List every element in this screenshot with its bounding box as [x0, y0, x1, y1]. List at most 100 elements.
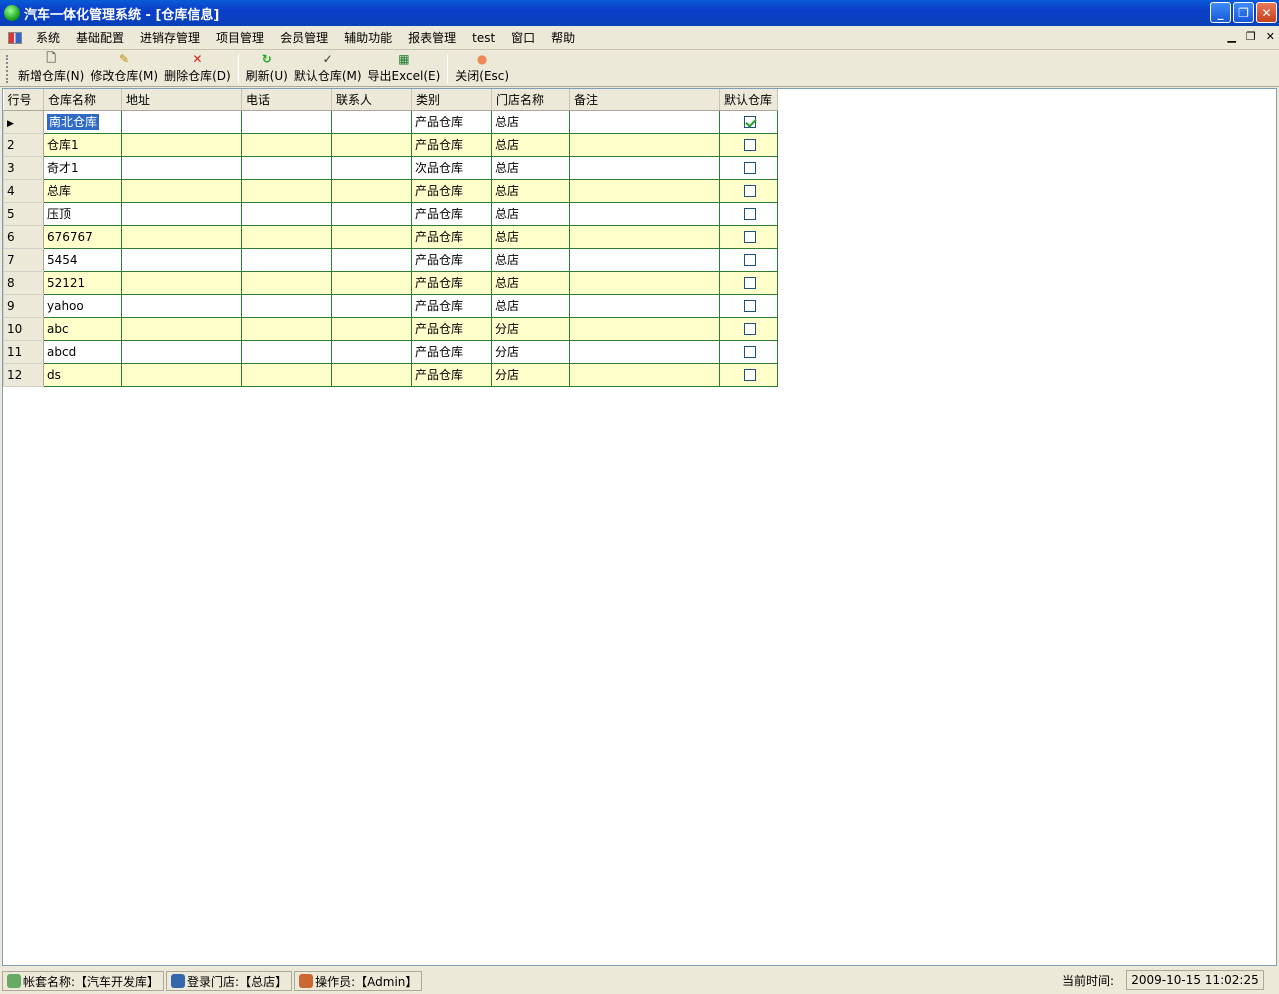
- cell-store[interactable]: 总店: [491, 270, 570, 295]
- toolbar-button-4[interactable]: ✓ 默认仓库(M): [291, 52, 365, 86]
- toolbar-button-2[interactable]: ✕ 删除仓库(D): [161, 52, 234, 86]
- cell-contact[interactable]: [331, 224, 412, 249]
- table-row[interactable]: 6 676767 产品仓库 总店: [3, 224, 778, 249]
- cell-addr[interactable]: [121, 270, 242, 295]
- cell-note[interactable]: [569, 224, 720, 249]
- cell-type[interactable]: 产品仓库: [411, 339, 492, 364]
- menu-item-5[interactable]: 辅助功能: [336, 28, 400, 48]
- cell-name[interactable]: abc: [43, 316, 122, 341]
- minimize-button[interactable]: _: [1210, 2, 1231, 23]
- row-header[interactable]: 3: [3, 155, 44, 180]
- menu-item-4[interactable]: 会员管理: [272, 28, 336, 48]
- cell-name[interactable]: yahoo: [43, 293, 122, 318]
- default-warehouse-checkbox[interactable]: [744, 116, 756, 128]
- toolbar-button-3[interactable]: ↻ 刷新(U): [243, 52, 291, 86]
- restore-button[interactable]: ❐: [1233, 2, 1254, 23]
- cell-note[interactable]: [569, 109, 720, 134]
- cell-addr[interactable]: [121, 201, 242, 226]
- cell-name[interactable]: 总库: [43, 178, 122, 203]
- default-warehouse-checkbox[interactable]: [744, 346, 756, 358]
- cell-addr[interactable]: [121, 132, 242, 157]
- cell-addr[interactable]: [121, 178, 242, 203]
- cell-type[interactable]: 产品仓库: [411, 362, 492, 387]
- menu-item-9[interactable]: 帮助: [543, 28, 583, 48]
- cell-contact[interactable]: [331, 109, 412, 134]
- row-header[interactable]: 11: [3, 339, 44, 364]
- toolbar-button-6[interactable]: ● 关闭(Esc): [452, 52, 512, 86]
- cell-name[interactable]: 压顶: [43, 201, 122, 226]
- cell-name[interactable]: 52121: [43, 270, 122, 295]
- cell-name[interactable]: 仓库1: [43, 132, 122, 157]
- cell-addr[interactable]: [121, 155, 242, 180]
- cell-phone[interactable]: [241, 201, 332, 226]
- column-header[interactable]: 类别: [411, 89, 492, 111]
- cell-store[interactable]: 总店: [491, 178, 570, 203]
- cell-name[interactable]: 676767: [43, 224, 122, 249]
- cell-note[interactable]: [569, 316, 720, 341]
- menu-item-3[interactable]: 项目管理: [208, 28, 272, 48]
- cell-type[interactable]: 产品仓库: [411, 109, 492, 134]
- default-warehouse-checkbox[interactable]: [744, 254, 756, 266]
- cell-phone[interactable]: [241, 155, 332, 180]
- column-header[interactable]: 行号: [3, 89, 44, 111]
- table-row[interactable]: 3 奇才1 次品仓库 总店: [3, 155, 778, 180]
- mdi-close-button[interactable]: ✕: [1266, 30, 1275, 43]
- cell-addr[interactable]: [121, 339, 242, 364]
- column-header[interactable]: 地址: [121, 89, 242, 111]
- table-row[interactable]: 10 abc 产品仓库 分店: [3, 316, 778, 341]
- cell-store[interactable]: 总店: [491, 201, 570, 226]
- cell-phone[interactable]: [241, 132, 332, 157]
- cell-addr[interactable]: [121, 362, 242, 387]
- table-row[interactable]: 9 yahoo 产品仓库 总店: [3, 293, 778, 318]
- table-row[interactable]: 11 abcd 产品仓库 分店: [3, 339, 778, 364]
- toolbar-button-1[interactable]: ✎ 修改仓库(M): [87, 52, 161, 86]
- row-header[interactable]: 6: [3, 224, 44, 249]
- cell-note[interactable]: [569, 293, 720, 318]
- toolbar-button-5[interactable]: ▦ 导出Excel(E): [365, 52, 444, 86]
- cell-store[interactable]: 总店: [491, 132, 570, 157]
- cell-addr[interactable]: [121, 109, 242, 134]
- cell-type[interactable]: 产品仓库: [411, 293, 492, 318]
- cell-phone[interactable]: [241, 293, 332, 318]
- cell-type[interactable]: 产品仓库: [411, 224, 492, 249]
- cell-store[interactable]: 总店: [491, 155, 570, 180]
- cell-phone[interactable]: [241, 224, 332, 249]
- cell-contact[interactable]: [331, 155, 412, 180]
- default-warehouse-checkbox[interactable]: [744, 231, 756, 243]
- default-warehouse-checkbox[interactable]: [744, 369, 756, 381]
- cell-store[interactable]: 分店: [491, 339, 570, 364]
- cell-store[interactable]: 总店: [491, 247, 570, 272]
- column-header[interactable]: 仓库名称: [43, 89, 122, 111]
- table-row[interactable]: ▶ 南北仓库 产品仓库 总店: [3, 109, 778, 134]
- cell-phone[interactable]: [241, 247, 332, 272]
- cell-contact[interactable]: [331, 293, 412, 318]
- cell-contact[interactable]: [331, 339, 412, 364]
- column-header[interactable]: 默认仓库: [719, 89, 778, 111]
- cell-phone[interactable]: [241, 362, 332, 387]
- cell-contact[interactable]: [331, 247, 412, 272]
- menu-item-6[interactable]: 报表管理: [400, 28, 464, 48]
- cell-contact[interactable]: [331, 362, 412, 387]
- table-row[interactable]: 5 压顶 产品仓库 总店: [3, 201, 778, 226]
- default-warehouse-checkbox[interactable]: [744, 139, 756, 151]
- cell-note[interactable]: [569, 178, 720, 203]
- cell-type[interactable]: 次品仓库: [411, 155, 492, 180]
- mdi-minimize-button[interactable]: ▁: [1227, 30, 1235, 43]
- column-header[interactable]: 电话: [241, 89, 332, 111]
- cell-type[interactable]: 产品仓库: [411, 178, 492, 203]
- row-header[interactable]: 7: [3, 247, 44, 272]
- cell-name[interactable]: 南北仓库: [43, 109, 122, 134]
- row-header[interactable]: 4: [3, 178, 44, 203]
- menu-item-8[interactable]: 窗口: [503, 28, 543, 48]
- row-header[interactable]: 5: [3, 201, 44, 226]
- row-header[interactable]: 10: [3, 316, 44, 341]
- cell-store[interactable]: 分店: [491, 316, 570, 341]
- toolbar-button-0[interactable]: 🗋 新增仓库(N): [15, 51, 87, 86]
- default-warehouse-checkbox[interactable]: [744, 162, 756, 174]
- row-header[interactable]: 12: [3, 362, 44, 387]
- cell-addr[interactable]: [121, 316, 242, 341]
- cell-note[interactable]: [569, 270, 720, 295]
- toolbar-grip[interactable]: [6, 54, 9, 83]
- cell-name[interactable]: abcd: [43, 339, 122, 364]
- row-header[interactable]: 8: [3, 270, 44, 295]
